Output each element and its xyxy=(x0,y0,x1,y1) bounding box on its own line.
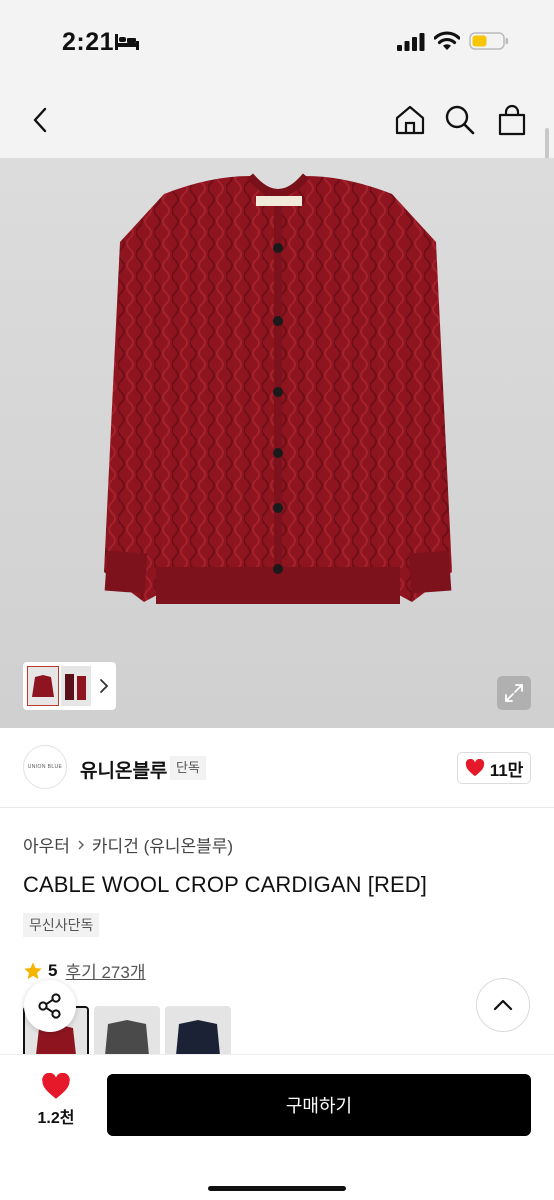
rating-row: 5 후기 273개 xyxy=(23,958,145,983)
brand-logo[interactable]: UNION BLUE xyxy=(23,745,67,789)
thumbnail-2[interactable] xyxy=(61,666,91,706)
sleep-mode-icon xyxy=(115,34,139,50)
wishlist-button[interactable]: 1.2천 xyxy=(30,1073,82,1128)
back-button[interactable] xyxy=(20,100,60,140)
scroll-to-top-button[interactable] xyxy=(476,978,530,1032)
rating-value: 5 xyxy=(48,960,58,980)
top-navigation xyxy=(0,80,554,158)
shopping-bag-icon xyxy=(498,104,526,136)
home-button[interactable] xyxy=(390,100,430,140)
home-icon xyxy=(395,105,425,135)
search-button[interactable] xyxy=(440,100,480,140)
cart-button[interactable] xyxy=(492,100,532,140)
heart-icon xyxy=(465,759,484,777)
buy-button[interactable]: 구매하기 xyxy=(107,1074,531,1136)
exclusive-tag: 무신사단독 xyxy=(23,913,100,937)
breadcrumb-item[interactable]: 아우터 xyxy=(23,832,70,857)
cellular-signal-icon xyxy=(397,33,425,51)
breadcrumb-item[interactable]: 카디건 (유니온블루) xyxy=(92,832,233,857)
expand-image-button[interactable] xyxy=(497,676,531,710)
share-icon xyxy=(38,993,61,1019)
product-title: CABLE WOOL CROP CARDIGAN [RED] xyxy=(23,872,427,897)
brand-row: UNION BLUE 유니온블루 단독 11만 xyxy=(0,728,554,808)
home-indicator[interactable] xyxy=(208,1186,346,1191)
cardigan-thumbnail xyxy=(32,675,54,697)
brand-name[interactable]: 유니온블루 xyxy=(80,756,167,783)
expand-icon xyxy=(505,684,523,702)
heart-icon xyxy=(42,1073,70,1099)
image-thumbnail-strip[interactable] xyxy=(23,662,116,710)
status-time: 2:21 xyxy=(62,28,115,56)
product-image-gallery[interactable] xyxy=(0,158,554,728)
brand-exclusive-badge: 단독 xyxy=(170,756,206,780)
battery-icon xyxy=(469,32,508,50)
category-breadcrumb: 아우터 카디건 (유니온블루) xyxy=(23,832,233,857)
review-link[interactable]: 후기 273개 xyxy=(65,958,145,983)
chevron-right-icon xyxy=(78,839,84,850)
chevron-up-icon xyxy=(493,999,513,1011)
bottom-action-bar: 1.2천 구매하기 xyxy=(0,1054,554,1200)
search-icon xyxy=(445,105,475,135)
status-bar: 2:21 xyxy=(0,0,554,80)
product-photo xyxy=(104,173,452,604)
share-button[interactable] xyxy=(24,980,76,1032)
brand-like-count: 11만 xyxy=(489,760,524,780)
wishlist-count: 1.2천 xyxy=(37,1110,75,1127)
brand-like-button[interactable]: 11만 xyxy=(457,752,531,784)
thumbnail-1[interactable] xyxy=(27,666,59,706)
wifi-icon xyxy=(434,31,460,50)
chevron-right-icon[interactable] xyxy=(97,674,111,698)
cardigan-thumbnail xyxy=(65,674,86,700)
star-icon xyxy=(24,961,42,979)
chevron-left-icon xyxy=(33,107,47,133)
